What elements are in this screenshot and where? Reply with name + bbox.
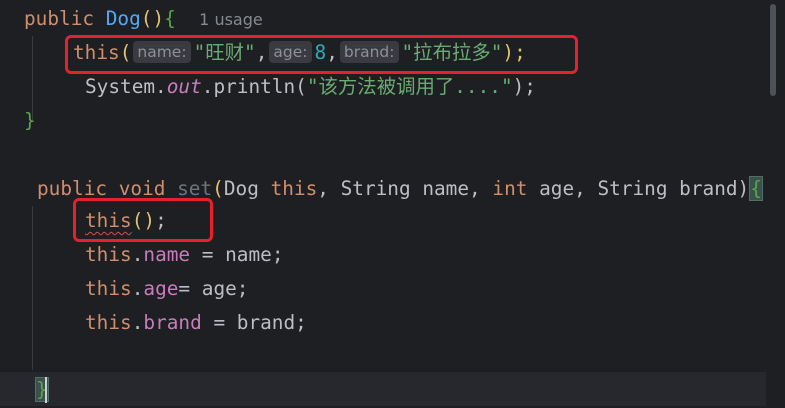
paren-open: (	[212, 177, 224, 200]
code-line-3[interactable]: System.out.println("该方法被调用了....");	[85, 72, 536, 102]
method-name: set	[177, 177, 213, 200]
method-call: .println(	[201, 75, 307, 98]
dot: .	[131, 277, 144, 300]
code-line-4[interactable]: }	[24, 106, 36, 136]
parens: ()	[140, 7, 165, 30]
system-class: System.	[85, 75, 167, 98]
field-brand: brand	[143, 311, 202, 334]
static-field-out: out	[166, 75, 202, 98]
params-text: age, String brand)	[527, 177, 750, 200]
annotation-box-this-error	[73, 198, 213, 242]
code-line-1[interactable]: public Dog(){ 1 usage	[24, 4, 263, 34]
code-editor[interactable]: public Dog(){ 1 usage this(name: "旺财", age…	[0, 0, 785, 408]
keyword: void	[118, 177, 166, 200]
dot: .	[131, 311, 144, 334]
keyword-this: this	[85, 311, 132, 334]
brace-close: }	[24, 109, 36, 132]
usage-hint[interactable]: 1 usage	[199, 10, 263, 29]
text-caret	[45, 377, 47, 403]
field-age: age	[143, 277, 179, 300]
params-text: , String name,	[317, 177, 493, 200]
string-literal: "该方法被调用了...."	[306, 75, 513, 98]
indent-guide	[32, 206, 33, 370]
keyword: public	[37, 177, 108, 200]
assignment: = name;	[190, 243, 284, 266]
code-line-8[interactable]: this.name = name;	[85, 240, 284, 270]
constructor-name: Dog	[105, 7, 141, 30]
type-name: Dog	[223, 177, 259, 200]
keyword: public	[24, 7, 95, 30]
keyword-this: this	[270, 177, 318, 200]
keyword-this: this	[85, 277, 132, 300]
dot: .	[131, 243, 144, 266]
keyword-int: int	[492, 177, 528, 200]
code-line-10[interactable]: this.brand = brand;	[85, 308, 307, 338]
call-close: );	[512, 75, 536, 98]
brace-open: {	[164, 7, 176, 30]
assignment: = age;	[178, 277, 249, 300]
vertical-scrollbar[interactable]	[767, 0, 785, 408]
scrollbar-thumb[interactable]	[770, 4, 776, 96]
code-line-9[interactable]: this.age= age;	[85, 274, 248, 304]
keyword-this: this	[85, 243, 132, 266]
field-name: name	[143, 243, 191, 266]
assignment: = brand;	[201, 311, 307, 334]
annotation-box-this-call	[65, 35, 578, 74]
brace-open-highlighted: {	[749, 176, 763, 201]
current-line-highlight	[0, 372, 766, 406]
